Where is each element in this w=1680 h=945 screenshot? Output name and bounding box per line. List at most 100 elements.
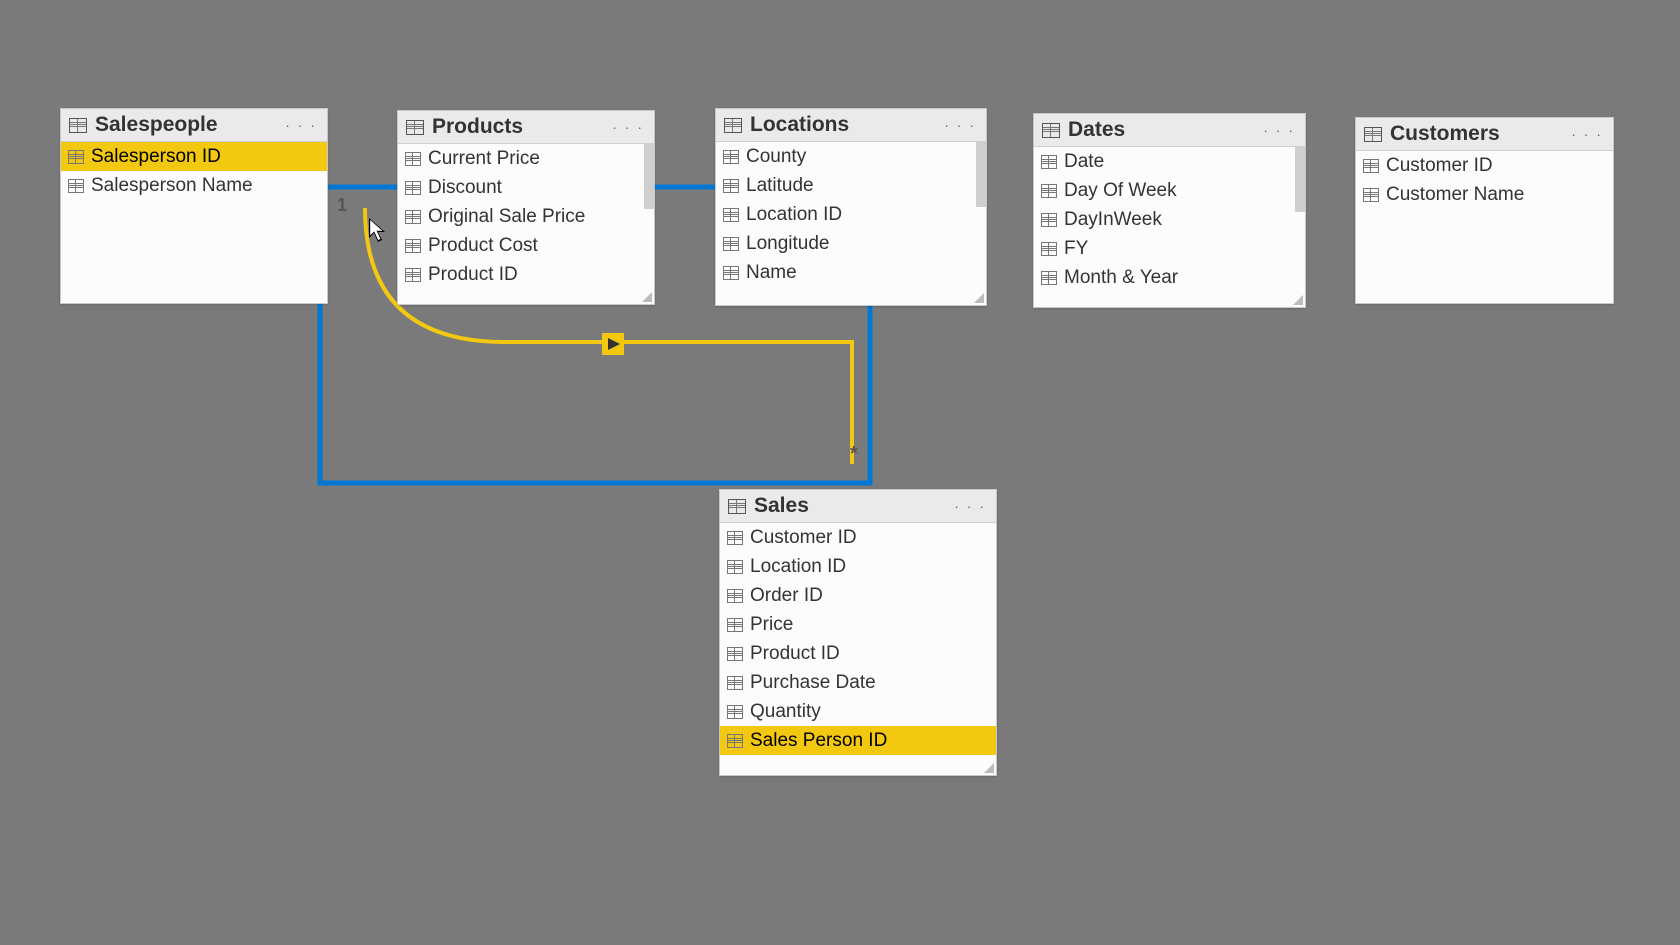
table-icon — [724, 118, 742, 133]
field-label: Location ID — [746, 204, 842, 226]
table-card-salespeople[interactable]: Salespeople· · · Salesperson ID Salesperso… — [60, 108, 328, 304]
field-label: Discount — [428, 177, 502, 199]
field-row[interactable]: Order ID — [720, 581, 996, 610]
field-row[interactable]: Current Price — [398, 144, 654, 173]
table-card-customers[interactable]: Customers· · · Customer ID Customer Name — [1355, 117, 1614, 304]
table-card-sales[interactable]: Sales· · · Customer ID Location IDOrder ID… — [719, 489, 997, 776]
column-icon — [727, 647, 743, 661]
column-icon — [727, 734, 743, 748]
field-row[interactable]: Salesperson Name — [61, 171, 327, 200]
field-list: Customer ID Customer Name — [1356, 151, 1613, 303]
table-header[interactable]: Products· · · — [398, 111, 654, 144]
table-icon — [69, 118, 87, 133]
field-row[interactable]: Name — [716, 258, 986, 287]
resize-handle[interactable] — [984, 763, 994, 773]
field-row[interactable]: Day Of Week — [1034, 176, 1305, 205]
table-icon — [728, 499, 746, 514]
resize-handle[interactable] — [642, 292, 652, 302]
field-row[interactable]: Original Sale Price — [398, 202, 654, 231]
table-menu-button[interactable]: · · · — [608, 119, 648, 135]
scrollbar-vertical[interactable] — [976, 142, 986, 207]
column-icon — [405, 152, 421, 166]
field-row[interactable]: Product ID — [398, 260, 654, 289]
model-canvas[interactable]: { "menu_dots": "· · ·", "tables": [ { "i… — [0, 0, 1680, 945]
field-list: Current Price Discount Original Sale Price… — [398, 144, 654, 304]
table-menu-button[interactable]: · · · — [940, 117, 980, 133]
field-list: CountyLatitude Location ID Longitude Name — [716, 142, 986, 305]
field-row[interactable]: Salesperson ID — [61, 142, 327, 171]
table-title: Salespeople — [95, 113, 281, 137]
field-label: Customer ID — [750, 527, 857, 549]
field-label: Product ID — [428, 264, 518, 286]
field-row[interactable]: DayInWeek — [1034, 205, 1305, 234]
field-label: Purchase Date — [750, 672, 876, 694]
field-label: Customer ID — [1386, 155, 1493, 177]
field-label: Product ID — [750, 643, 840, 665]
field-row[interactable]: Location ID — [720, 552, 996, 581]
table-card-dates[interactable]: Dates· · · Date Day Of Week DayInWeek FY Mont… — [1033, 113, 1306, 308]
field-row[interactable]: Date — [1034, 147, 1305, 176]
column-icon — [1041, 271, 1057, 285]
field-label: Month & Year — [1064, 267, 1178, 289]
field-label: Longitude — [746, 233, 829, 255]
column-icon — [1041, 213, 1057, 227]
resize-handle[interactable] — [1293, 295, 1303, 305]
column-icon — [405, 210, 421, 224]
table-title: Products — [432, 115, 608, 139]
table-menu-button[interactable]: · · · — [1567, 126, 1607, 142]
field-row[interactable]: Latitude — [716, 171, 986, 200]
field-row[interactable]: Customer ID — [720, 523, 996, 552]
field-label: Price — [750, 614, 793, 636]
table-header[interactable]: Locations· · · — [716, 109, 986, 142]
field-row[interactable]: Product ID — [720, 639, 996, 668]
field-label: Customer Name — [1386, 184, 1524, 206]
field-row[interactable]: Customer Name — [1356, 180, 1613, 209]
column-icon — [405, 239, 421, 253]
table-menu-button[interactable]: · · · — [950, 498, 990, 514]
field-row[interactable]: FY — [1034, 234, 1305, 263]
column-icon — [723, 179, 739, 193]
field-label: Salesperson ID — [91, 146, 221, 168]
field-row[interactable]: Month & Year — [1034, 263, 1305, 292]
field-label: Day Of Week — [1064, 180, 1177, 202]
table-title: Sales — [754, 494, 950, 518]
column-icon — [727, 560, 743, 574]
table-header[interactable]: Customers· · · — [1356, 118, 1613, 151]
column-icon — [727, 705, 743, 719]
field-row[interactable]: County — [716, 142, 986, 171]
table-card-locations[interactable]: Locations· · ·CountyLatitude Location ID L… — [715, 108, 987, 306]
table-menu-button[interactable]: · · · — [281, 117, 321, 133]
field-row[interactable]: Quantity — [720, 697, 996, 726]
column-icon — [727, 589, 743, 603]
field-row[interactable]: Purchase Date — [720, 668, 996, 697]
field-row[interactable]: Longitude — [716, 229, 986, 258]
column-icon — [723, 237, 739, 251]
column-icon — [727, 531, 743, 545]
scrollbar-vertical[interactable] — [1295, 147, 1305, 212]
table-card-products[interactable]: Products· · ·Current PriceDiscountOrigin… — [397, 110, 655, 305]
field-label: Date — [1064, 151, 1104, 173]
table-menu-button[interactable]: · · · — [1259, 122, 1299, 138]
column-icon — [1041, 155, 1057, 169]
field-list: Customer ID Location IDOrder ID Price Produ… — [720, 523, 996, 775]
table-title: Dates — [1068, 118, 1259, 142]
field-row[interactable]: Discount — [398, 173, 654, 202]
table-header[interactable]: Dates· · · — [1034, 114, 1305, 147]
table-header[interactable]: Salespeople· · · — [61, 109, 327, 142]
field-row[interactable]: Sales Person ID — [720, 726, 996, 755]
field-label: DayInWeek — [1064, 209, 1162, 231]
table-icon — [1364, 127, 1382, 142]
field-list: Date Day Of Week DayInWeek FY Month & Year — [1034, 147, 1305, 307]
field-row[interactable]: Price — [720, 610, 996, 639]
column-icon — [1363, 188, 1379, 202]
column-icon — [723, 150, 739, 164]
field-row[interactable]: Customer ID — [1356, 151, 1613, 180]
field-label: Salesperson Name — [91, 175, 253, 197]
column-icon — [405, 181, 421, 195]
field-row[interactable]: Location ID — [716, 200, 986, 229]
column-icon — [405, 268, 421, 282]
resize-handle[interactable] — [974, 293, 984, 303]
table-header[interactable]: Sales· · · — [720, 490, 996, 523]
field-row[interactable]: Product Cost — [398, 231, 654, 260]
scrollbar-vertical[interactable] — [644, 144, 654, 209]
